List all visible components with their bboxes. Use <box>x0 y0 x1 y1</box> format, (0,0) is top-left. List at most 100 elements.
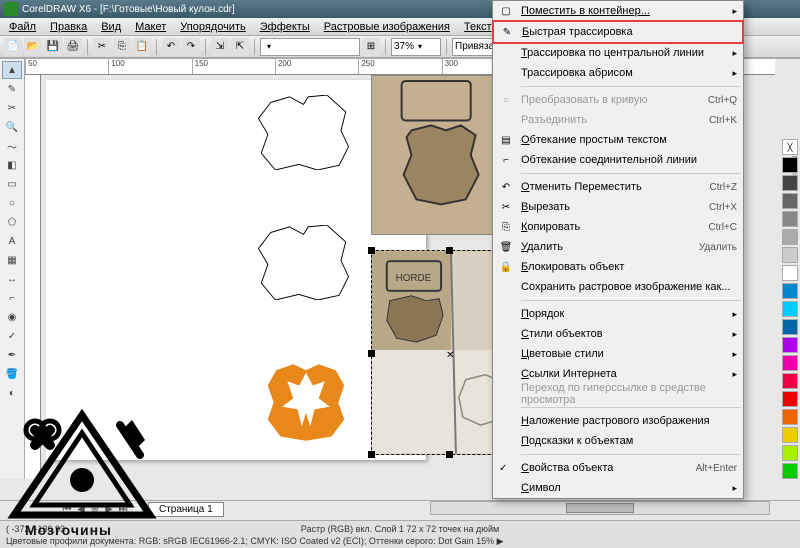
menu-layout[interactable]: Макет <box>128 21 173 33</box>
menu-edit[interactable]: Правка <box>43 21 94 33</box>
export-button[interactable]: ⇱ <box>231 38 249 56</box>
traced-outline-1[interactable] <box>256 95 351 170</box>
handle-tl[interactable] <box>368 247 375 254</box>
connector-tool[interactable]: ⌐ <box>2 289 22 307</box>
ctx-wrap-text[interactable]: ▤Обтекание простым текстом <box>493 130 743 150</box>
ctx-undo[interactable]: ↶Отменить ПереместитьCtrl+Z <box>493 177 743 197</box>
watermark-logo: Мозгочины <box>0 405 165 538</box>
svg-text:HORDE: HORDE <box>396 273 432 284</box>
swatch[interactable] <box>782 319 798 335</box>
container-icon: ▢ <box>498 3 514 19</box>
ctx-object-properties[interactable]: ✓Свойства объектаAlt+Enter <box>493 458 743 478</box>
handle-bc[interactable] <box>446 451 453 458</box>
app-launcher[interactable] <box>260 38 360 56</box>
swatch[interactable] <box>782 175 798 191</box>
ctx-cut[interactable]: ✂ВырезатьCtrl+X <box>493 197 743 217</box>
paste-button[interactable]: 📋 <box>133 38 151 56</box>
swatch[interactable] <box>782 301 798 317</box>
hscrollbar[interactable] <box>430 501 770 515</box>
swatch-black[interactable] <box>782 157 798 173</box>
shape-tool[interactable]: ✎ <box>2 80 22 98</box>
redo-button[interactable]: ↷ <box>182 38 200 56</box>
menu-file[interactable]: Файл <box>2 21 43 33</box>
swatch[interactable] <box>782 355 798 371</box>
watermark-text: Мозгочины <box>25 522 112 538</box>
ellipse-tool[interactable]: ○ <box>2 194 22 212</box>
eyedropper-tool[interactable]: ✓ <box>2 327 22 345</box>
effects-tool[interactable]: ◉ <box>2 308 22 326</box>
conn-icon: ⌐ <box>498 152 514 168</box>
swatch[interactable] <box>782 247 798 263</box>
swatch-none[interactable]: ╳ <box>782 139 798 155</box>
outline-tool[interactable]: ✒ <box>2 346 22 364</box>
pick-tool[interactable]: ▲ <box>2 61 22 79</box>
center-marker[interactable]: ✕ <box>446 350 454 361</box>
handle-bl[interactable] <box>368 451 375 458</box>
handle-ml[interactable] <box>368 350 375 357</box>
undo-button[interactable]: ↶ <box>162 38 180 56</box>
rect-tool[interactable]: ▭ <box>2 175 22 193</box>
app-title: CorelDRAW X6 - [F:\Готовые\Новый кулон.c… <box>22 4 235 15</box>
text-tool[interactable]: A <box>2 232 22 250</box>
ctx-hyperlink: Переход по гиперссылке в средстве просмо… <box>493 384 743 404</box>
ctx-break-apart: РазъединитьCtrl+K <box>493 110 743 130</box>
swatch[interactable] <box>782 463 798 479</box>
swatch[interactable] <box>782 409 798 425</box>
check-icon: ✓ <box>499 463 507 474</box>
menu-view[interactable]: Вид <box>94 21 128 33</box>
swatch[interactable] <box>782 373 798 389</box>
ctx-save-bitmap[interactable]: Сохранить растровое изображение как... <box>493 277 743 297</box>
copy-icon: ⎘ <box>498 219 514 235</box>
ctx-delete[interactable]: 🗑УдалитьУдалить <box>493 237 743 257</box>
freehand-tool[interactable]: ～ <box>2 137 22 155</box>
menu-arrange[interactable]: Упорядочить <box>173 21 252 33</box>
horde-logo[interactable] <box>261 360 351 445</box>
swatch[interactable] <box>782 427 798 443</box>
menu-effects[interactable]: Эффекты <box>253 21 317 33</box>
swatch-white[interactable] <box>782 265 798 281</box>
crop-tool[interactable]: ✂ <box>2 99 22 117</box>
ctx-centerline-trace[interactable]: Трассировка по центральной линии▸ <box>493 43 743 63</box>
open-button[interactable]: 📂 <box>24 38 42 56</box>
import-button[interactable]: ⇲ <box>211 38 229 56</box>
ctx-object-hints[interactable]: Подсказки к объектам <box>493 431 743 451</box>
welcome-button[interactable]: ⊞ <box>362 38 380 56</box>
menu-bitmaps[interactable]: Растровые изображения <box>317 21 457 33</box>
new-button[interactable]: 📄 <box>4 38 22 56</box>
smart-fill-tool[interactable]: ◧ <box>2 156 22 174</box>
copy-button[interactable]: ⎘ <box>113 38 131 56</box>
swatch[interactable] <box>782 337 798 353</box>
ctx-outline-trace[interactable]: Трассировка абрисом▸ <box>493 63 743 83</box>
swatch[interactable] <box>782 229 798 245</box>
swatch[interactable] <box>782 445 798 461</box>
cut-button[interactable]: ✂ <box>93 38 111 56</box>
polygon-tool[interactable]: ⬠ <box>2 213 22 231</box>
ctx-internet-links[interactable]: Ссылки Интернета▸ <box>493 364 743 384</box>
print-button[interactable]: 🖨 <box>64 38 82 56</box>
zoom-tool[interactable]: 🔍 <box>2 118 22 136</box>
ctx-lock[interactable]: 🔒Блокировать объект <box>493 257 743 277</box>
traced-outline-2[interactable] <box>256 225 351 300</box>
ctx-color-styles[interactable]: Цветовые стили▸ <box>493 344 743 364</box>
dimension-tool[interactable]: ↔ <box>2 270 22 288</box>
interactive-fill-tool[interactable]: ◐ <box>2 384 22 402</box>
trace-icon: ✎ <box>499 24 515 40</box>
ctx-place-in-container[interactable]: ▢Поместить в контейнер...▸ <box>493 1 743 21</box>
zoom-combo[interactable]: 37% <box>391 38 441 56</box>
handle-tc[interactable] <box>446 247 453 254</box>
fill-tool[interactable]: 🪣 <box>2 365 22 383</box>
ctx-order[interactable]: Порядок▸ <box>493 304 743 324</box>
swatch[interactable] <box>782 391 798 407</box>
swatch[interactable] <box>782 193 798 209</box>
ctx-wrap-connector[interactable]: ⌐Обтекание соединительной линии <box>493 150 743 170</box>
ctx-quick-trace[interactable]: ✎Быстрая трассировка <box>494 22 742 42</box>
save-button[interactable]: 💾 <box>44 38 62 56</box>
ctx-copy[interactable]: ⎘КопироватьCtrl+C <box>493 217 743 237</box>
ctx-symbol[interactable]: Символ▸ <box>493 478 743 498</box>
table-tool[interactable]: ▦ <box>2 251 22 269</box>
ctx-object-styles[interactable]: Стили объектов▸ <box>493 324 743 344</box>
swatch[interactable] <box>782 211 798 227</box>
hscroll-thumb[interactable] <box>566 503 634 513</box>
swatch[interactable] <box>782 283 798 299</box>
ctx-overprint-bitmap[interactable]: Наложение растрового изображения <box>493 411 743 431</box>
